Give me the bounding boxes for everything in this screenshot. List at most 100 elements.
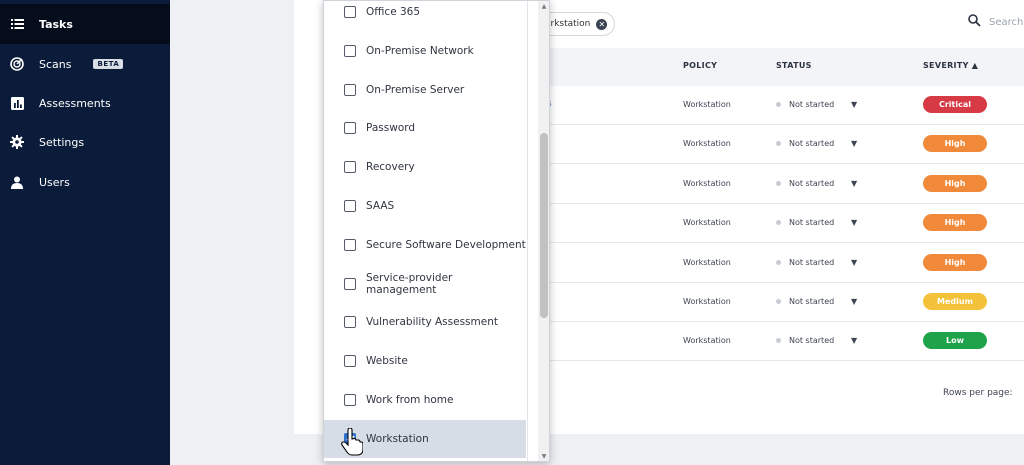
checkbox-icon[interactable] bbox=[344, 6, 356, 18]
sidebar-item-label: Users bbox=[39, 175, 70, 189]
gear-icon bbox=[10, 135, 24, 149]
policy-cell: Workstation bbox=[683, 139, 731, 149]
sidebar-item-scans[interactable]: Scans BETA bbox=[0, 44, 170, 84]
search-placeholder: Search... bbox=[989, 16, 1024, 28]
status-dot-icon bbox=[776, 259, 781, 265]
status-select[interactable]: Not started bbox=[789, 258, 834, 267]
status-select[interactable]: Not started bbox=[789, 100, 834, 109]
sidebar-item-assessments[interactable]: Assessments bbox=[0, 83, 170, 123]
policy-filter-dropdown[interactable]: Office 365 On-Premise Network On-Premise S… bbox=[323, 0, 550, 462]
scroll-up-icon[interactable]: ▲ bbox=[540, 2, 548, 10]
dropdown-option-label: Service-provider management bbox=[366, 271, 453, 296]
sidebar-item-label: Scans bbox=[39, 57, 72, 71]
dropdown-option[interactable]: Service-provider management bbox=[324, 265, 526, 303]
radar-icon bbox=[10, 57, 24, 71]
checkbox-icon[interactable] bbox=[344, 83, 356, 96]
severity-badge: Medium bbox=[923, 293, 987, 310]
dropdown-option[interactable]: SAAS bbox=[324, 187, 526, 225]
severity-badge: High bbox=[923, 253, 987, 271]
filter-chip-label: orkstation bbox=[545, 19, 591, 29]
policy-cell: Workstation bbox=[683, 178, 731, 188]
severity-badge: High bbox=[923, 135, 987, 153]
checkbox-icon[interactable] bbox=[344, 355, 356, 368]
status-select[interactable]: Not started bbox=[789, 297, 834, 306]
sidebar-item-label: Assessments bbox=[39, 96, 111, 110]
status-dot-icon bbox=[776, 102, 781, 107]
dropdown-option[interactable]: Password bbox=[324, 109, 526, 147]
sidebar-item-users[interactable]: Users bbox=[0, 162, 170, 202]
chevron-down-icon[interactable]: ▼ bbox=[851, 336, 857, 345]
column-header-severity[interactable]: SEVERITY ▲ bbox=[923, 61, 978, 70]
dropdown-option-label: SAAS bbox=[366, 200, 395, 212]
policy-cell: Workstation bbox=[683, 257, 731, 267]
dropdown-option-label: Workstation bbox=[366, 432, 429, 445]
chevron-down-icon[interactable]: ▼ bbox=[851, 179, 857, 188]
dropdown-divider bbox=[527, 1, 528, 461]
dropdown-option-label: Work from home bbox=[366, 394, 454, 406]
dropdown-option-label: Vulnerability Assessment bbox=[366, 316, 498, 329]
status-select[interactable]: Not started bbox=[789, 179, 834, 188]
dropdown-option-label: Secure Software Development bbox=[366, 238, 526, 251]
dropdown-option[interactable]: Website bbox=[324, 342, 526, 380]
dropdown-option-label: Website bbox=[366, 355, 408, 368]
beta-badge: BETA bbox=[93, 59, 124, 69]
sidebar-item-label: Settings bbox=[39, 135, 85, 149]
dropdown-option-label: Recovery bbox=[366, 161, 415, 174]
status-select[interactable]: Not started bbox=[789, 336, 834, 345]
policy-cell: Workstation bbox=[683, 336, 731, 346]
column-header-policy[interactable]: POLICY bbox=[683, 61, 717, 70]
list-icon bbox=[10, 17, 24, 31]
status-select[interactable]: Not started bbox=[789, 139, 834, 148]
sidebar-item-label: Tasks bbox=[39, 17, 73, 31]
dropdown-option[interactable]: On-Premise Network bbox=[324, 32, 526, 70]
policy-cell: Workstation bbox=[683, 100, 731, 109]
dropdown-option-label: On-Premise Network bbox=[366, 44, 474, 57]
checkbox-icon[interactable] bbox=[344, 394, 356, 406]
dropdown-option[interactable]: Office 365 bbox=[324, 1, 526, 31]
severity-badge: Critical bbox=[923, 96, 987, 113]
dropdown-option-label: Password bbox=[366, 122, 416, 135]
chevron-down-icon[interactable]: ▼ bbox=[851, 297, 857, 306]
hand-cursor-icon bbox=[341, 427, 364, 460]
sidebar-item-settings[interactable]: Settings bbox=[0, 122, 170, 162]
checkbox-icon[interactable] bbox=[344, 122, 356, 135]
sidebar: Tasks Scans BETA Assessments Settings Us… bbox=[0, 0, 170, 465]
checkbox-icon[interactable] bbox=[344, 44, 356, 57]
severity-badge: High bbox=[923, 174, 987, 192]
close-icon[interactable]: ✕ bbox=[596, 19, 608, 30]
dropdown-option-label: Office 365 bbox=[366, 6, 421, 18]
rows-per-page-label: Rows per page: bbox=[943, 388, 1013, 398]
dropdown-option[interactable]: Secure Software Development bbox=[324, 226, 526, 264]
checkbox-icon[interactable] bbox=[344, 200, 356, 212]
checkbox-icon[interactable] bbox=[344, 277, 356, 290]
policy-cell: Workstation bbox=[683, 297, 731, 306]
status-select[interactable]: Not started bbox=[789, 218, 834, 227]
dropdown-option-label: On-Premise Server bbox=[366, 83, 465, 96]
severity-badge: Low bbox=[923, 332, 987, 350]
checkbox-icon[interactable] bbox=[344, 316, 356, 329]
search-icon bbox=[968, 14, 981, 30]
status-dot-icon bbox=[776, 299, 781, 304]
scrollbar-thumb[interactable] bbox=[540, 133, 548, 318]
checkbox-icon[interactable] bbox=[344, 161, 356, 174]
column-header-status[interactable]: STATUS bbox=[776, 61, 812, 70]
dropdown-option[interactable]: Work from home bbox=[324, 381, 526, 419]
search-box[interactable]: Search... bbox=[968, 14, 1024, 30]
user-icon bbox=[10, 175, 24, 189]
chevron-down-icon[interactable]: ▼ bbox=[851, 100, 857, 109]
bar-chart-icon bbox=[10, 96, 24, 110]
policy-cell: Workstation bbox=[683, 218, 731, 228]
dropdown-option[interactable]: On-Premise Server bbox=[324, 71, 526, 109]
chevron-down-icon[interactable]: ▼ bbox=[851, 139, 857, 148]
severity-badge: High bbox=[923, 214, 987, 232]
scroll-down-icon[interactable]: ▼ bbox=[540, 452, 548, 460]
checkbox-icon[interactable] bbox=[344, 238, 356, 251]
dropdown-scrollbar[interactable]: ▲ ▼ bbox=[538, 1, 549, 461]
dropdown-option[interactable]: Recovery bbox=[324, 148, 526, 186]
sidebar-item-tasks[interactable]: Tasks bbox=[0, 4, 170, 44]
sort-asc-icon: ▲ bbox=[971, 61, 979, 70]
status-dot-icon bbox=[776, 180, 781, 186]
dropdown-option[interactable]: Vulnerability Assessment bbox=[324, 303, 526, 341]
chevron-down-icon[interactable]: ▼ bbox=[851, 258, 857, 267]
chevron-down-icon[interactable]: ▼ bbox=[851, 218, 857, 227]
